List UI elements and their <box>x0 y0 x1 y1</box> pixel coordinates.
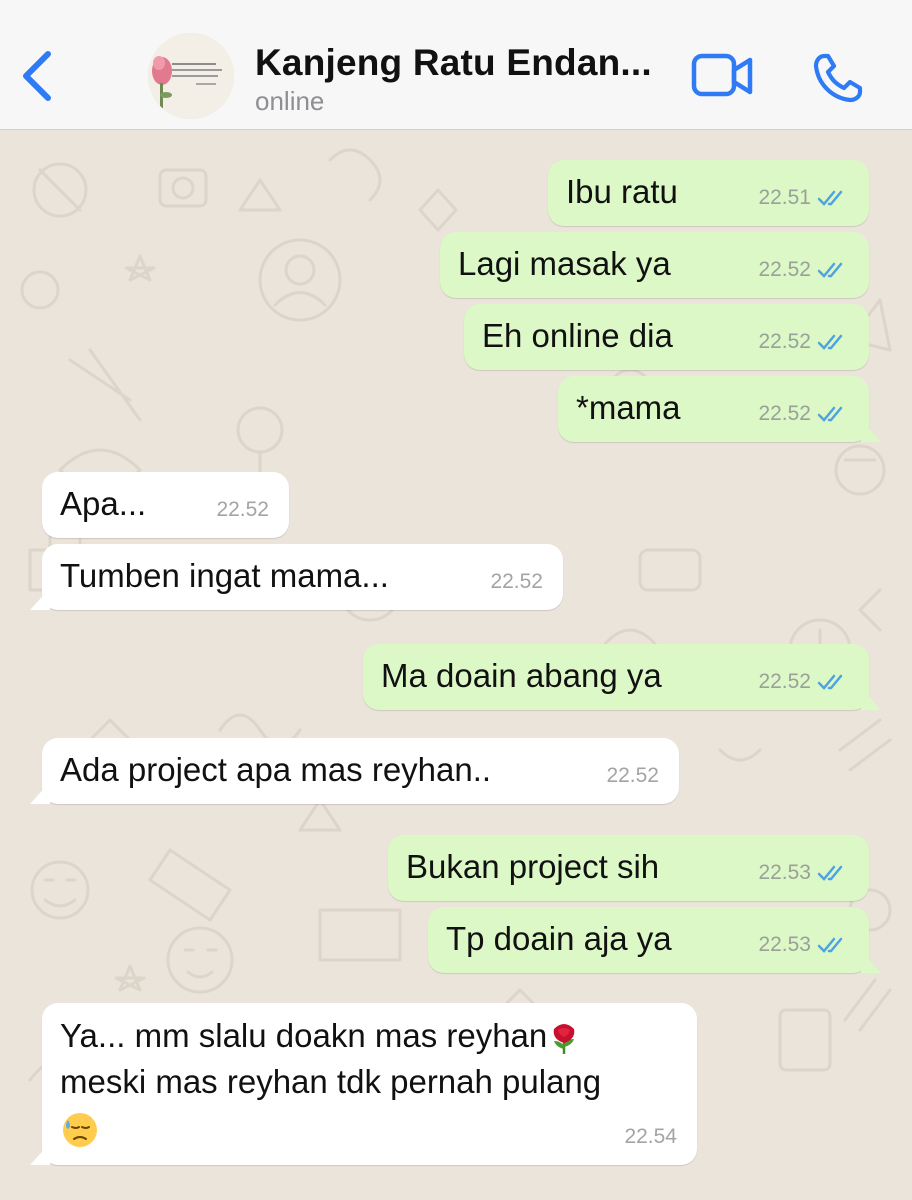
read-ticks-icon <box>817 262 843 278</box>
message-time: 22.52 <box>758 258 811 281</box>
message-text: Lagi masak ya <box>458 245 671 282</box>
message-text: Apa... <box>60 485 147 522</box>
contact-avatar[interactable] <box>148 33 234 119</box>
message-text: Eh online dia <box>482 317 673 354</box>
read-ticks-icon <box>817 937 843 953</box>
message-bubble[interactable]: Ada project apa mas reyhan.. 22.52 <box>30 738 679 804</box>
message-text: Bukan project sih <box>406 848 660 885</box>
phone-icon <box>813 53 863 103</box>
message-bubble[interactable]: Bukan project sih 22.53 <box>388 835 869 901</box>
voice-call-button[interactable] <box>810 50 866 106</box>
message-time: 22.54 <box>624 1125 677 1148</box>
message-meta: 22.54 <box>624 1117 677 1157</box>
read-ticks-icon <box>817 406 843 422</box>
contact-status: online <box>255 86 325 116</box>
message-line: meski mas reyhan tdk pernah pulang <box>60 1063 602 1100</box>
contact-name[interactable]: Kanjeng Ratu Endan... <box>255 42 652 84</box>
read-ticks-icon <box>817 190 843 206</box>
message-meta: 22.51 <box>758 178 849 218</box>
message-bubble[interactable]: Lagi masak ya 22.52 <box>440 232 869 298</box>
message-time: 22.52 <box>758 670 811 693</box>
message-bubble[interactable]: Ya... mm slalu doakn mas reyhan meski ma… <box>30 1003 697 1165</box>
message-bubble[interactable]: *mama 22.52 <box>558 376 881 442</box>
message-time: 22.53 <box>758 861 811 884</box>
rose-emoji-icon <box>553 1024 575 1055</box>
read-ticks-icon <box>817 865 843 881</box>
message-meta: 22.52 <box>490 562 543 602</box>
message-meta: 22.52 <box>758 322 849 362</box>
avatar-image <box>148 33 234 119</box>
message-meta: 22.52 <box>758 662 849 702</box>
message-meta: 22.53 <box>758 853 849 893</box>
message-meta: 22.52 <box>758 394 849 434</box>
message-time: 22.53 <box>758 933 811 956</box>
message-text: Tumben ingat mama... <box>60 557 389 594</box>
message-time: 22.52 <box>606 764 659 787</box>
video-camera-icon <box>691 53 753 97</box>
message-meta: 22.52 <box>758 250 849 290</box>
message-time: 22.52 <box>758 330 811 353</box>
message-meta: 22.52 <box>216 490 269 530</box>
read-ticks-icon <box>817 334 843 350</box>
message-text: *mama <box>576 389 681 426</box>
message-time: 22.52 <box>490 570 543 593</box>
message-time: 22.51 <box>758 186 811 209</box>
message-line <box>60 1105 601 1151</box>
message-meta: 22.53 <box>758 925 849 965</box>
video-call-button[interactable] <box>690 50 756 102</box>
message-bubble[interactable]: Tp doain aja ya 22.53 <box>428 907 881 973</box>
message-bubble[interactable]: Tumben ingat mama... 22.52 <box>30 544 563 610</box>
read-ticks-icon <box>817 674 843 690</box>
message-text: Ibu ratu <box>566 173 678 210</box>
message-text: Ada project apa mas reyhan.. <box>60 751 492 788</box>
message-text: Tp doain aja ya <box>446 920 672 957</box>
chat-header: Kanjeng Ratu Endan... online <box>0 0 912 130</box>
message-meta: 22.52 <box>606 756 659 796</box>
message-time: 22.52 <box>216 498 269 521</box>
message-line: Ya... mm slalu doakn mas reyhan <box>60 1013 601 1059</box>
message-bubble[interactable]: Eh online dia 22.52 <box>464 304 869 370</box>
message-text: Ma doain abang ya <box>381 657 662 694</box>
message-bubble[interactable]: Apa... 22.52 <box>42 472 289 538</box>
message-text: Ya... mm slalu doakn mas reyhan meski ma… <box>60 1013 601 1151</box>
downcast-sweat-face-emoji-icon <box>63 1113 97 1148</box>
chat-area[interactable]: Ibu ratu 22.51 Lagi masak ya 22.52 Eh on… <box>0 130 912 1200</box>
message-bubble[interactable]: Ma doain abang ya 22.52 <box>363 644 881 710</box>
back-button[interactable] <box>14 44 62 108</box>
chevron-left-icon <box>23 51 51 101</box>
message-bubble[interactable]: Ibu ratu 22.51 <box>548 160 869 226</box>
message-time: 22.52 <box>758 402 811 425</box>
